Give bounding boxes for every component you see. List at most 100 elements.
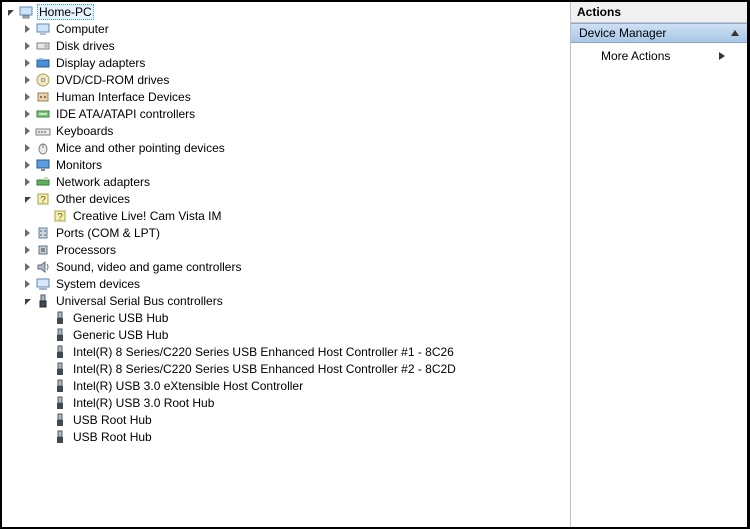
- category-monitors[interactable]: Monitors: [21, 156, 568, 173]
- category-mice[interactable]: Mice and other pointing devices: [21, 139, 568, 156]
- category-label: Other devices: [54, 192, 132, 206]
- expand-icon[interactable]: [21, 108, 33, 120]
- usb-icon: [52, 395, 68, 411]
- expand-icon[interactable]: [21, 278, 33, 290]
- collapse-icon[interactable]: [21, 193, 33, 205]
- usb-icon: [52, 310, 68, 326]
- ide-icon: [35, 106, 51, 122]
- display-icon: [35, 55, 51, 71]
- category-dvd[interactable]: DVD/CD-ROM drives: [21, 71, 568, 88]
- usb-device[interactable]: Generic USB Hub: [38, 309, 568, 326]
- category-label: Processors: [54, 243, 118, 257]
- collapse-arrow-icon: [731, 30, 739, 36]
- submenu-arrow-icon: [719, 52, 725, 60]
- computer-icon: [35, 21, 51, 37]
- expand-icon[interactable]: [21, 91, 33, 103]
- category-disk-drives[interactable]: Disk drives: [21, 37, 568, 54]
- device-label: Intel(R) 8 Series/C220 Series USB Enhanc…: [71, 345, 456, 359]
- category-label: Human Interface Devices: [54, 90, 193, 104]
- category-display-adapters[interactable]: Display adapters: [21, 54, 568, 71]
- computer-icon: [18, 4, 34, 20]
- usb-device[interactable]: Generic USB Hub: [38, 326, 568, 343]
- category-network[interactable]: Network adapters: [21, 173, 568, 190]
- cpu-icon: [35, 242, 51, 258]
- disk-icon: [35, 38, 51, 54]
- device-tree-pane[interactable]: Home-PC Computer Disk drives: [2, 2, 571, 527]
- svg-text:?: ?: [57, 212, 63, 223]
- category-other-devices[interactable]: ? Other devices: [21, 190, 568, 207]
- expand-icon[interactable]: [21, 74, 33, 86]
- usb-device[interactable]: Intel(R) 8 Series/C220 Series USB Enhanc…: [38, 360, 568, 377]
- category-ide[interactable]: IDE ATA/ATAPI controllers: [21, 105, 568, 122]
- category-computer[interactable]: Computer: [21, 20, 568, 37]
- category-label: DVD/CD-ROM drives: [54, 73, 171, 87]
- category-label: Display adapters: [54, 56, 147, 70]
- category-keyboards[interactable]: Keyboards: [21, 122, 568, 139]
- category-label: IDE ATA/ATAPI controllers: [54, 107, 197, 121]
- device-label: Creative Live! Cam Vista IM: [71, 209, 224, 223]
- category-label: Disk drives: [54, 39, 117, 53]
- sound-icon: [35, 259, 51, 275]
- root-children: Computer Disk drives Display adapters: [4, 20, 568, 445]
- device-label: Intel(R) 8 Series/C220 Series USB Enhanc…: [71, 362, 458, 376]
- expand-icon[interactable]: [21, 23, 33, 35]
- device-label: Intel(R) USB 3.0 Root Hub: [71, 396, 216, 410]
- category-label: Computer: [54, 22, 111, 36]
- category-sound[interactable]: Sound, video and game controllers: [21, 258, 568, 275]
- usb-device[interactable]: Intel(R) USB 3.0 eXtensible Host Control…: [38, 377, 568, 394]
- device-label: Generic USB Hub: [71, 311, 170, 325]
- actions-section-label: Device Manager: [579, 26, 666, 40]
- category-label: Monitors: [54, 158, 104, 172]
- mouse-icon: [35, 140, 51, 156]
- actions-more-actions[interactable]: More Actions: [571, 43, 747, 69]
- dvd-icon: [35, 72, 51, 88]
- actions-section-device-manager[interactable]: Device Manager: [571, 23, 747, 43]
- usb-device[interactable]: Intel(R) 8 Series/C220 Series USB Enhanc…: [38, 343, 568, 360]
- usb-icon: [52, 361, 68, 377]
- usb-device[interactable]: USB Root Hub: [38, 411, 568, 428]
- expand-icon[interactable]: [21, 261, 33, 273]
- category-usb[interactable]: Universal Serial Bus controllers: [21, 292, 568, 309]
- expand-icon[interactable]: [21, 125, 33, 137]
- usb-icon: [52, 378, 68, 394]
- usb-icon: [35, 293, 51, 309]
- usb-device[interactable]: USB Root Hub: [38, 428, 568, 445]
- usb-icon: [52, 429, 68, 445]
- category-hid[interactable]: Human Interface Devices: [21, 88, 568, 105]
- tree-root[interactable]: Home-PC: [4, 3, 568, 20]
- expand-icon[interactable]: [21, 227, 33, 239]
- category-label: Network adapters: [54, 175, 152, 189]
- category-label: Mice and other pointing devices: [54, 141, 227, 155]
- expand-icon[interactable]: [21, 40, 33, 52]
- device-creative-cam[interactable]: ? Creative Live! Cam Vista IM: [38, 207, 568, 224]
- usb-device[interactable]: Intel(R) USB 3.0 Root Hub: [38, 394, 568, 411]
- category-label: Sound, video and game controllers: [54, 260, 243, 274]
- root-label[interactable]: Home-PC: [37, 4, 94, 20]
- usb-icon: [52, 412, 68, 428]
- usb-icon: [52, 327, 68, 343]
- expand-icon[interactable]: [21, 142, 33, 154]
- unknown-device-icon: ?: [52, 208, 68, 224]
- expand-icon[interactable]: [21, 159, 33, 171]
- device-label: Intel(R) USB 3.0 eXtensible Host Control…: [71, 379, 305, 393]
- other-icon: ?: [35, 191, 51, 207]
- category-label: Universal Serial Bus controllers: [54, 294, 225, 308]
- collapse-icon[interactable]: [21, 295, 33, 307]
- device-label: Generic USB Hub: [71, 328, 170, 342]
- expand-icon[interactable]: [21, 57, 33, 69]
- expand-icon[interactable]: [21, 176, 33, 188]
- network-icon: [35, 174, 51, 190]
- collapse-icon[interactable]: [4, 6, 16, 18]
- device-label: USB Root Hub: [71, 430, 154, 444]
- expand-icon[interactable]: [21, 244, 33, 256]
- category-label: Ports (COM & LPT): [54, 226, 162, 240]
- category-system[interactable]: System devices: [21, 275, 568, 292]
- category-processors[interactable]: Processors: [21, 241, 568, 258]
- actions-header: Actions: [571, 2, 747, 23]
- actions-pane: Actions Device Manager More Actions: [571, 2, 747, 527]
- usb-children: Generic USB Hub Generic USB Hub Intel(R)…: [21, 309, 568, 445]
- category-ports[interactable]: Ports (COM & LPT): [21, 224, 568, 241]
- category-label: Keyboards: [54, 124, 115, 138]
- system-icon: [35, 276, 51, 292]
- keyboard-icon: [35, 123, 51, 139]
